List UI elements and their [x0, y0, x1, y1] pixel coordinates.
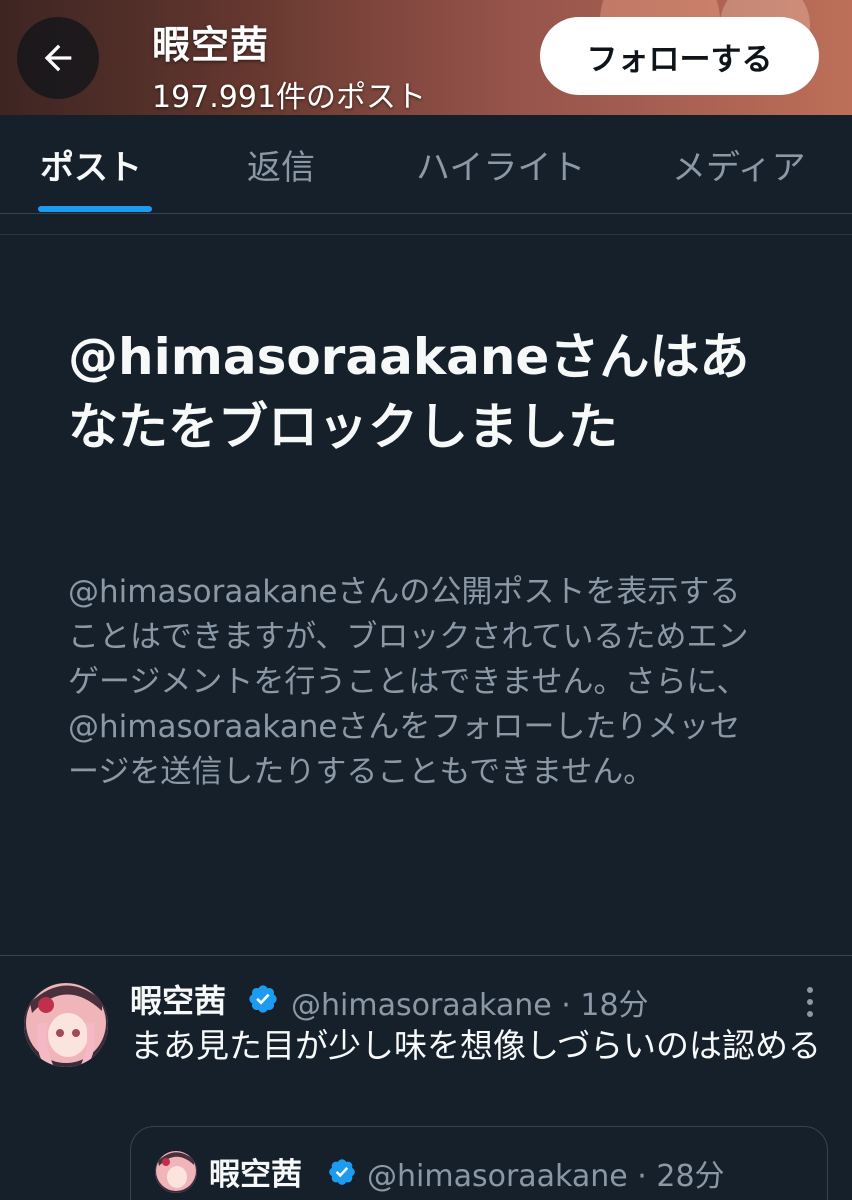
avatar-illustration: [155, 1151, 197, 1193]
post-author-name[interactable]: 暇空茜: [130, 976, 226, 1022]
profile-tabs: ポスト 返信 ハイライト メディア: [0, 115, 852, 214]
profile-page: 暇空茜 197.991件のポスト フォローする ポスト 返信 ハイライト メディ…: [0, 0, 852, 1200]
divider: [0, 234, 852, 235]
quoted-post[interactable]: 暇空茜 @himasoraakane · 28分: [130, 1126, 828, 1200]
follow-button[interactable]: フォローする: [540, 17, 819, 95]
avatar: [155, 1151, 197, 1193]
divider: [0, 955, 852, 956]
tab-replies[interactable]: 返信: [247, 115, 315, 213]
tab-highlights[interactable]: ハイライト: [416, 115, 585, 213]
header-post-count: 197.991件のポスト: [152, 80, 427, 115]
post-text: まあ見た目が少し味を想像しづらいのは認める: [130, 1026, 822, 1065]
verified-badge-icon: [249, 985, 277, 1013]
avatar-illustration: [24, 983, 108, 1067]
blocked-description: @himasoraakaneさんの公開ポストを表示することはできますが、ブロック…: [68, 574, 749, 790]
quoted-author-name: 暇空茜: [209, 1157, 302, 1193]
verified-badge-icon: [329, 1159, 355, 1185]
back-button[interactable]: [17, 17, 99, 99]
active-tab-indicator: [38, 206, 152, 212]
header-profile-name: 暇空茜: [152, 23, 270, 67]
back-arrow-icon: [44, 44, 72, 72]
avatar[interactable]: [24, 983, 108, 1067]
quoted-handle-time: @himasoraakane · 28分: [367, 1159, 725, 1194]
more-options-icon[interactable]: [796, 982, 824, 1022]
blocked-title: @himasoraakaneさんはあなたをブロックしました: [68, 328, 750, 456]
profile-header: 暇空茜 197.991件のポスト フォローする: [0, 0, 852, 115]
post-handle-time: @himasoraakane · 18分: [291, 988, 649, 1023]
tab-media[interactable]: メディア: [672, 115, 806, 213]
tab-posts[interactable]: ポスト: [40, 115, 142, 213]
